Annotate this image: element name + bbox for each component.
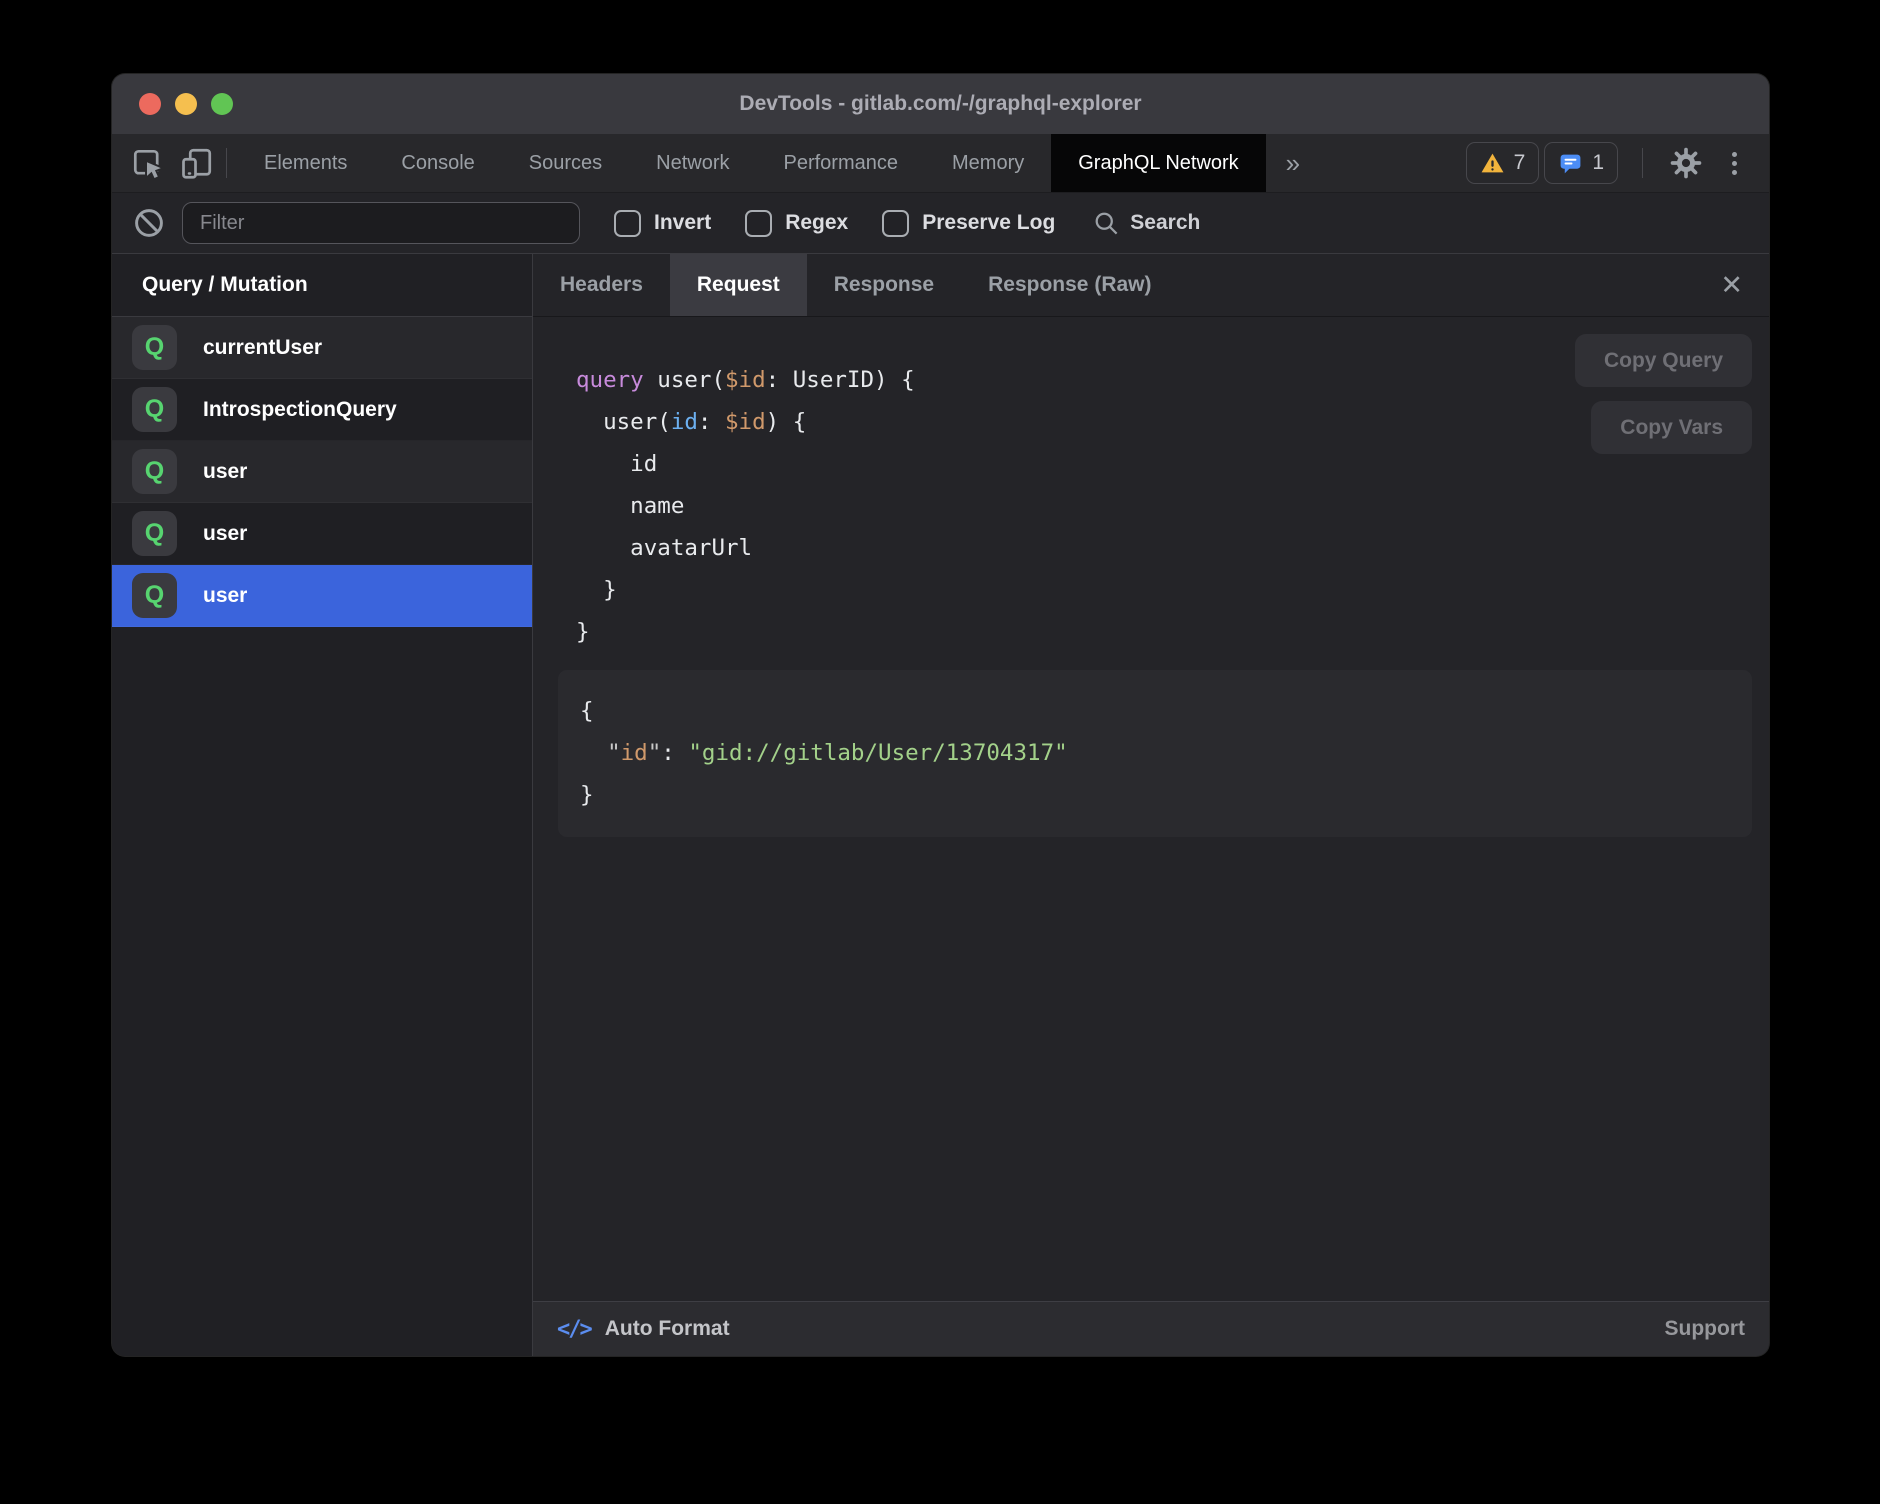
window-title: DevTools - gitlab.com/-/graphql-explorer: [112, 92, 1769, 116]
tab-memory[interactable]: Memory: [925, 134, 1051, 192]
messages-badge[interactable]: 1: [1544, 142, 1618, 184]
query-list-item[interactable]: Q IntrospectionQuery: [112, 379, 532, 441]
filter-checkboxes: Invert Regex Preserve Log: [580, 210, 1055, 237]
search-label: Search: [1130, 211, 1200, 235]
checkbox-label: Invert: [654, 211, 711, 235]
close-window-button[interactable]: [139, 93, 161, 115]
checkbox-invert[interactable]: Invert: [614, 210, 711, 237]
tab-elements[interactable]: Elements: [237, 134, 374, 192]
detail-tab-response[interactable]: Response: [807, 254, 961, 316]
code-line: avatarUrl: [576, 527, 1769, 569]
query-type-badge: Q: [132, 449, 177, 494]
menu-kebab-icon[interactable]: [1719, 144, 1749, 182]
tab-network[interactable]: Network: [629, 134, 756, 192]
zoom-window-button[interactable]: [211, 93, 233, 115]
detail-tabs: HeadersRequestResponseResponse (Raw): [533, 254, 1179, 316]
auto-format-button[interactable]: Auto Format: [605, 1317, 730, 1341]
query-type-badge: Q: [132, 325, 177, 370]
tab-performance[interactable]: Performance: [757, 134, 926, 192]
toolbar-separator: [226, 148, 227, 178]
checkbox-label: Preserve Log: [922, 211, 1055, 235]
messages-count: 1: [1592, 151, 1604, 175]
warnings-count: 7: [1514, 151, 1526, 175]
tab-graphql-network[interactable]: GraphQL Network: [1051, 134, 1265, 192]
code-brackets-icon: </>: [557, 1317, 591, 1342]
code-line: "id": "gid://gitlab/User/13704317": [580, 732, 1752, 774]
query-list-panel: Query / Mutation QcurrentUserQIntrospect…: [112, 254, 533, 1356]
minimize-window-button[interactable]: [175, 93, 197, 115]
toolbar-icons: [112, 134, 216, 192]
checkbox-box[interactable]: [882, 210, 909, 237]
detail-tab-headers[interactable]: Headers: [533, 254, 670, 316]
issue-badges: 7 1: [1466, 142, 1618, 184]
copy-vars-button[interactable]: Copy Vars: [1591, 401, 1752, 454]
code-line: }: [576, 569, 1769, 611]
main-area: Query / Mutation QcurrentUserQIntrospect…: [112, 254, 1769, 1356]
tab-sources[interactable]: Sources: [502, 134, 629, 192]
close-detail-icon[interactable]: ✕: [1694, 254, 1769, 316]
checkbox-box[interactable]: [745, 210, 772, 237]
query-list: QcurrentUserQIntrospectionQueryQuserQuse…: [112, 317, 532, 627]
warning-icon: [1480, 151, 1505, 176]
toolbar-separator: [1642, 148, 1643, 178]
query-name-label: IntrospectionQuery: [203, 398, 397, 422]
code-line: name: [576, 485, 1769, 527]
request-detail-panel: HeadersRequestResponseResponse (Raw) ✕ q…: [533, 254, 1769, 1356]
support-link[interactable]: Support: [1665, 1317, 1745, 1341]
query-name-label: user: [203, 522, 247, 546]
query-list-item[interactable]: QcurrentUser: [112, 317, 532, 379]
copy-buttons: Copy Query Copy Vars: [1575, 334, 1752, 454]
devtools-toolbar: ElementsConsoleSourcesNetworkPerformance…: [112, 134, 1769, 193]
query-name-label: currentUser: [203, 336, 322, 360]
warnings-badge[interactable]: 7: [1466, 142, 1540, 184]
query-name-label: user: [203, 460, 247, 484]
search-icon: [1093, 210, 1120, 237]
request-body: query user($id: UserID) { user(id: $id) …: [533, 317, 1769, 1301]
devtools-window: DevTools - gitlab.com/-/graphql-explorer…: [112, 74, 1769, 1356]
detail-tab-bar: HeadersRequestResponseResponse (Raw) ✕: [533, 254, 1769, 317]
status-bar: </> Auto Format Support: [533, 1301, 1769, 1356]
tab-console[interactable]: Console: [374, 134, 501, 192]
code-line: }: [580, 774, 1752, 816]
more-tabs-icon[interactable]: »: [1266, 134, 1320, 192]
checkbox-box[interactable]: [614, 210, 641, 237]
checkbox-label: Regex: [785, 211, 848, 235]
settings-gear-icon[interactable]: [1667, 144, 1705, 182]
query-list-item[interactable]: Quser: [112, 503, 532, 565]
title-bar: DevTools - gitlab.com/-/graphql-explorer: [112, 74, 1769, 134]
detail-tab-request[interactable]: Request: [670, 254, 807, 316]
query-name-label: user: [203, 584, 247, 608]
query-list-header: Query / Mutation: [112, 254, 532, 317]
checkbox-regex[interactable]: Regex: [745, 210, 848, 237]
device-toolbar-icon[interactable]: [178, 144, 216, 182]
code-line: }: [576, 611, 1769, 653]
code-line: {: [580, 690, 1752, 732]
toolbar-right: 7 1: [1466, 134, 1769, 192]
detail-tab-response-raw[interactable]: Response (Raw): [961, 254, 1178, 316]
query-type-badge: Q: [132, 387, 177, 432]
traffic-lights: [139, 93, 233, 115]
graphql-variables-box: { "id": "gid://gitlab/User/13704317"}: [558, 670, 1752, 837]
copy-query-button[interactable]: Copy Query: [1575, 334, 1752, 387]
query-list-item[interactable]: Quser: [112, 441, 532, 503]
filter-bar: Invert Regex Preserve Log Search: [112, 193, 1769, 254]
checkbox-preserve-log[interactable]: Preserve Log: [882, 210, 1055, 237]
toolbar-tabs: ElementsConsoleSourcesNetworkPerformance…: [237, 134, 1266, 192]
query-type-badge: Q: [132, 573, 177, 618]
inspect-element-icon[interactable]: [128, 144, 166, 182]
query-list-item[interactable]: Quser: [112, 565, 532, 627]
clear-block-icon[interactable]: [130, 204, 168, 242]
chat-icon: [1558, 151, 1583, 176]
search-control[interactable]: Search: [1093, 210, 1200, 237]
filter-input[interactable]: [182, 202, 580, 244]
query-type-badge: Q: [132, 511, 177, 556]
